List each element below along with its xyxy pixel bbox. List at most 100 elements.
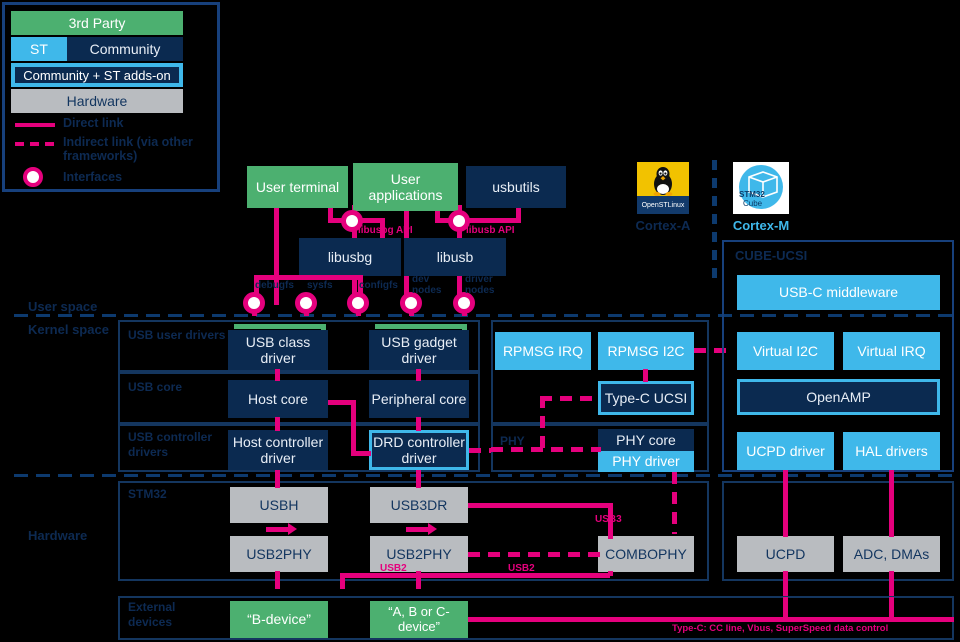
link-usbh-usb2phy bbox=[266, 527, 290, 532]
link-phy-dash-h bbox=[491, 447, 601, 452]
block-usbh[interactable]: USBH bbox=[230, 487, 328, 523]
block-rpmsg-i2c[interactable]: RPMSG I2C bbox=[598, 332, 694, 370]
block-ucpd-driver[interactable]: UCPD driver bbox=[737, 432, 834, 470]
legend-third-party: 3rd Party bbox=[11, 11, 183, 35]
rowlabel-usb-core: USB core bbox=[128, 380, 183, 394]
label-interface-dev-nodes: dev nodes bbox=[412, 274, 442, 296]
link-typec-v1 bbox=[783, 597, 788, 619]
link-drd-usb3dr bbox=[416, 470, 421, 488]
block-rpmsg-irq[interactable]: RPMSG IRQ bbox=[495, 332, 591, 370]
block-user-terminal[interactable]: User terminal bbox=[247, 166, 348, 208]
block-combophy[interactable]: COMBOPHY bbox=[598, 536, 694, 572]
interface-circle-icon bbox=[23, 167, 43, 187]
stm32cube-logo: STM32 Cube bbox=[733, 162, 789, 214]
divider-kernel-hardware bbox=[14, 474, 958, 477]
block-usbutils[interactable]: usbutils bbox=[466, 166, 566, 208]
label-interface-sysfs: sysfs bbox=[307, 280, 333, 291]
link-periphcore-to-drd bbox=[416, 417, 421, 431]
link-typec-h bbox=[468, 617, 954, 622]
link-typec-v2 bbox=[889, 597, 894, 619]
block-peripheral-core[interactable]: Peripheral core bbox=[369, 380, 469, 418]
legend-indirect-link-line bbox=[15, 142, 55, 146]
block-libusb[interactable]: libusb bbox=[404, 238, 506, 276]
block-usb2phy-left[interactable]: USB2PHY bbox=[230, 536, 328, 572]
caption-cortex-a: Cortex-A bbox=[635, 218, 691, 233]
link-adc-down bbox=[889, 571, 894, 597]
interface-configfs[interactable] bbox=[347, 292, 369, 314]
block-host-controller-driver[interactable]: Host controller driver bbox=[228, 430, 328, 470]
label-libusb-api: libusb API bbox=[466, 225, 515, 236]
block-adc-dmas[interactable]: ADC, DMAs bbox=[843, 536, 940, 572]
link-gadget-to-periphcore bbox=[416, 369, 421, 381]
block-phy-core[interactable]: PHY core bbox=[598, 429, 694, 451]
block-virtual-irq[interactable]: Virtual IRQ bbox=[843, 332, 940, 370]
label-libusbg-api: libusbg API bbox=[358, 225, 413, 236]
label-interface-configfs: configfs bbox=[359, 280, 398, 291]
link-bottom-v bbox=[340, 573, 345, 589]
block-virtual-i2c[interactable]: Virtual I2C bbox=[737, 332, 834, 370]
label-link-usb2-b: USB2 bbox=[508, 563, 535, 574]
caption-cortex-m: Cortex-M bbox=[732, 218, 790, 233]
link-class-to-hostcore bbox=[275, 369, 280, 381]
label-interface-debugfs: debugfs bbox=[255, 280, 294, 291]
cube-ucsi-title: CUBE-UCSI bbox=[735, 248, 808, 263]
legend-panel: 3rd Party ST Community Community + ST ad… bbox=[2, 2, 220, 192]
block-drd-controller-driver[interactable]: DRD controller driver bbox=[369, 430, 469, 470]
link-drd-to-phy-dash bbox=[469, 448, 491, 453]
link-phy-combophy-dash bbox=[672, 472, 677, 534]
label-link-usb2-a: USB2 bbox=[380, 563, 407, 574]
arrow-usb3dr-usb2phy bbox=[428, 523, 437, 535]
link-haldrv-adc bbox=[889, 470, 894, 537]
label-user-space: User space bbox=[28, 299, 98, 314]
label-typec-note: Type-C: CC line, Vbus, SuperSpeed data c… bbox=[672, 623, 889, 634]
accent-gadget-driver-top bbox=[375, 324, 467, 329]
label-kernel-space: Kernel space bbox=[28, 322, 109, 337]
block-host-core[interactable]: Host core bbox=[228, 380, 328, 418]
interface-sysfs[interactable] bbox=[295, 292, 317, 314]
block-ucpd[interactable]: UCPD bbox=[737, 536, 834, 572]
block-usb3dr[interactable]: USB3DR bbox=[370, 487, 468, 523]
rowlabel-usb-user-drivers: USB user drivers bbox=[128, 328, 226, 342]
block-user-applications[interactable]: User applications bbox=[353, 163, 458, 211]
link-hostcore-drd-v bbox=[351, 400, 356, 456]
block-openamp[interactable]: OpenAMP bbox=[737, 379, 940, 415]
cube-wordmark: Cube bbox=[743, 199, 763, 208]
label-hardware-space: Hardware bbox=[28, 528, 88, 543]
block-typec-ucsi[interactable]: Type-C UCSI bbox=[598, 381, 694, 415]
link-ucsi-dash-v bbox=[540, 396, 545, 451]
block-b-device[interactable]: “B-device” bbox=[230, 601, 328, 638]
link-usb2phyleft-down bbox=[275, 571, 280, 589]
link-hostcore-drd-h2 bbox=[351, 451, 371, 456]
arrow-usbh-usb2phy bbox=[288, 523, 297, 535]
block-libusbg[interactable]: libusbg bbox=[299, 238, 401, 276]
label-link-usb3: USB3 bbox=[595, 514, 622, 525]
label-interface-driver-nodes: driver nodes bbox=[465, 274, 495, 296]
rowlabel-usb-controller-drivers: USB controller drivers bbox=[128, 430, 213, 459]
legend-direct-link-line bbox=[15, 123, 55, 127]
legend-community-st-addson: Community + ST adds-on bbox=[15, 67, 179, 83]
legend-hardware: Hardware bbox=[11, 89, 183, 113]
legend-community: Community bbox=[67, 37, 183, 61]
rowlabel-stm32: STM32 bbox=[128, 487, 167, 501]
block-usbc-middleware[interactable]: USB-C middleware bbox=[737, 275, 940, 310]
legend-st: ST bbox=[11, 37, 67, 61]
accent-class-driver-top bbox=[234, 324, 326, 329]
link-ucsi-dash-h bbox=[540, 396, 598, 401]
legend-indirect-link-label: Indirect link (via other frameworks) bbox=[63, 135, 193, 164]
block-usb-gadget-driver[interactable]: USB gadget driver bbox=[369, 330, 469, 370]
stm32-wordmark: STM32 bbox=[739, 190, 765, 199]
interface-debugfs[interactable] bbox=[243, 292, 265, 314]
block-phy-driver[interactable]: PHY driver bbox=[598, 451, 694, 472]
legend-direct-link-label: Direct link bbox=[63, 116, 124, 130]
link-hostcore-to-hcd bbox=[275, 417, 280, 431]
link-hcd-usbh bbox=[275, 470, 280, 488]
link-usb2phy-combophy-dash bbox=[468, 552, 600, 557]
block-abc-device[interactable]: “A, B or C-device” bbox=[370, 601, 468, 638]
block-hal-drivers[interactable]: HAL drivers bbox=[843, 432, 940, 470]
openstlinux-wordmark: OpenSTLinux bbox=[641, 201, 685, 209]
rowlabel-external-devices: External devices bbox=[128, 600, 176, 629]
link-usb3dr-usb2phy bbox=[406, 527, 430, 532]
link-ucpddrv-ucpd bbox=[783, 470, 788, 537]
block-usb-class-driver[interactable]: USB class driver bbox=[228, 330, 328, 370]
legend-interfaces-label: Interfaces bbox=[63, 170, 123, 184]
